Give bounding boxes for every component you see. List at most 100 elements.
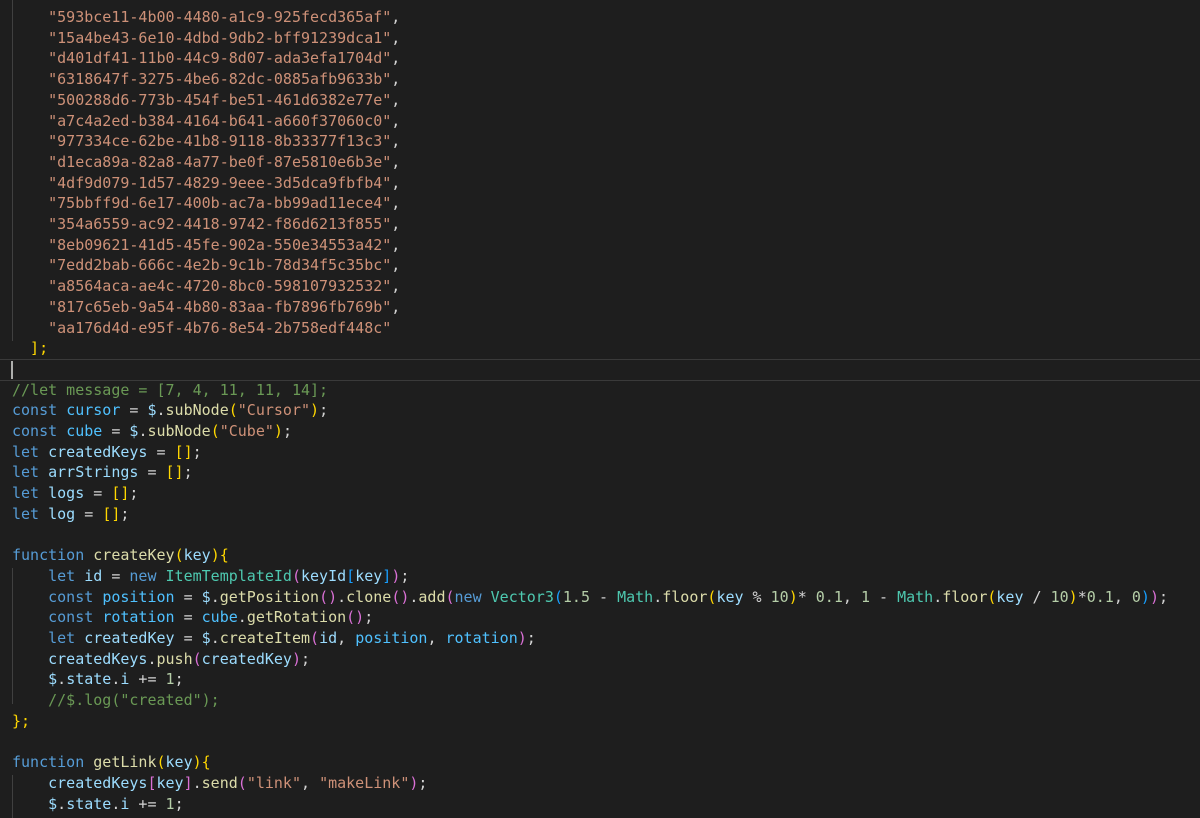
code-line[interactable]: "593bce11-4b00-4480-a1c9-925fecd365af", xyxy=(12,7,400,27)
code-token: . xyxy=(337,588,347,606)
code-line[interactable]: const cursor = $.subNode("Cursor"); xyxy=(12,400,328,420)
code-line[interactable]: $.state.i += 1; xyxy=(12,794,184,814)
code-line[interactable]: const cube = $.subNode("Cube"); xyxy=(12,421,292,441)
code-token: key xyxy=(716,588,744,606)
code-token: ) xyxy=(273,422,283,440)
code-token: let xyxy=(48,567,76,585)
code-line[interactable]: "977334ce-62be-41b8-9118-8b33377f13c3", xyxy=(12,131,400,151)
code-token: . xyxy=(933,588,943,606)
code-line[interactable]: $.state.i += 1; xyxy=(12,669,183,689)
code-token: floor xyxy=(942,588,988,606)
code-line[interactable]: "a7c4a2ed-b384-4164-b641-a660f37060c0", xyxy=(12,111,400,131)
code-line[interactable]: "817c65eb-9a54-4b80-83aa-fb7896fb769b", xyxy=(12,297,400,317)
code-token: ; xyxy=(129,484,139,502)
punctuation: , xyxy=(391,91,401,109)
code-token: function xyxy=(12,546,85,564)
code-token: , xyxy=(1113,588,1132,606)
punctuation: , xyxy=(391,215,401,233)
code-line[interactable]: function getLink(key){ xyxy=(12,752,211,772)
code-token: , xyxy=(842,588,861,606)
code-token: $ xyxy=(201,629,211,647)
code-line[interactable]: "6318647f-3275-4be6-82dc-0885afb9633b", xyxy=(12,69,400,89)
string-literal: 8eb09621-41d5-45fe-902a-550e34553a42 xyxy=(57,236,383,254)
code-line[interactable]: "8eb09621-41d5-45fe-902a-550e34553a42", xyxy=(12,235,400,255)
code-token: , xyxy=(337,629,356,647)
code-line[interactable]: "aa176d4d-e95f-4b76-8e54-2b758edf448c" xyxy=(12,318,391,338)
code-line[interactable]: let logs = []; xyxy=(12,483,138,503)
code-token: * xyxy=(797,588,816,606)
code-line[interactable]: let createdKey = $.createItem(id, positi… xyxy=(12,628,536,648)
code-token: ; xyxy=(400,567,410,585)
string-literal: a8564aca-ae4c-4720-8bc0-598107932532 xyxy=(57,277,383,295)
code-token: ( xyxy=(228,401,238,419)
string-literal: 75bbff9d-6e17-400b-ac7a-bb99ad11ece4 xyxy=(57,194,383,212)
string-quote: " xyxy=(382,132,392,150)
code-token: logs xyxy=(48,484,85,502)
code-line[interactable]: //$.log("created"); xyxy=(12,690,220,710)
string-quote: " xyxy=(382,319,392,337)
code-line[interactable]: const position = $.getPosition().clone()… xyxy=(12,587,1168,607)
code-line[interactable]: let arrStrings = []; xyxy=(12,462,193,482)
code-token: . xyxy=(210,588,220,606)
code-token: Vector3 xyxy=(490,588,554,606)
code-token: ; xyxy=(120,505,130,523)
code-token: ]; xyxy=(12,339,49,357)
code-token: clone xyxy=(346,588,392,606)
code-token: subNode xyxy=(165,401,229,419)
code-token: //let message = [7, 4, 11, 11, 14]; xyxy=(12,381,329,399)
code-line[interactable]: createdKeys.push(createdKey); xyxy=(12,649,310,669)
code-token: ; xyxy=(174,795,184,813)
code-token: [] xyxy=(111,484,130,502)
code-line[interactable]: "354a6559-ac92-4418-9742-f86d6213f855", xyxy=(12,214,400,234)
code-line[interactable]: //let message = [7, 4, 11, 11, 14]; xyxy=(12,380,328,400)
code-token: createdKey xyxy=(201,650,292,668)
code-line[interactable]: "d1eca89a-82a8-4a77-be0f-87e5810e6b3e", xyxy=(12,152,400,172)
code-line[interactable]: let log = []; xyxy=(12,504,129,524)
code-line[interactable]: const rotation = cube.getRotation(); xyxy=(12,607,373,627)
code-token: //$.log("created"); xyxy=(48,691,220,709)
code-line[interactable]: }; xyxy=(12,711,30,731)
code-line[interactable]: let id = new ItemTemplateId(keyId[key]); xyxy=(12,566,409,586)
punctuation: , xyxy=(391,298,401,316)
code-token: subNode xyxy=(147,422,211,440)
code-line[interactable]: let createdKeys = []; xyxy=(12,442,202,462)
string-quote: " xyxy=(382,91,392,109)
code-line[interactable]: "a8564aca-ae4c-4720-8bc0-598107932532", xyxy=(12,276,400,296)
code-token: () xyxy=(346,608,365,626)
code-token: ; xyxy=(1158,588,1168,606)
code-token: 10 xyxy=(1050,588,1069,606)
code-line[interactable]: "4df9d079-1d57-4829-9eee-3d5dca9fbfb4", xyxy=(12,173,400,193)
punctuation: , xyxy=(391,70,401,88)
code-editor[interactable]: "593bce11-4b00-4480-a1c9-925fecd365af", … xyxy=(0,0,1200,818)
code-line[interactable]: "d401df41-11b0-44c9-8d07-ada3efa1704d", xyxy=(12,48,400,68)
code-token: arrStrings xyxy=(48,463,139,481)
code-token: new xyxy=(454,588,482,606)
code-token: 0.1 xyxy=(1086,588,1114,606)
code-token: createdKey xyxy=(84,629,175,647)
string-quote: " xyxy=(382,256,392,274)
code-line[interactable]: "75bbff9d-6e17-400b-ac7a-bb99ad11ece4", xyxy=(12,193,400,213)
code-line[interactable]: "15a4be43-6e10-4dbd-9db2-bff91239dca1", xyxy=(12,28,400,48)
code-token: ; xyxy=(192,443,202,461)
code-token: $ xyxy=(147,401,157,419)
code-token: . xyxy=(57,795,67,813)
code-line[interactable]: function createKey(key){ xyxy=(12,545,229,565)
code-line[interactable]: "7edd2bab-666c-4e2b-9c1b-78d34f5c35bc", xyxy=(12,255,400,275)
code-line[interactable]: ]; xyxy=(12,338,48,358)
string-quote: " xyxy=(382,194,392,212)
code-token: = xyxy=(84,484,112,502)
string-quote: " xyxy=(12,153,58,171)
code-token: , xyxy=(301,774,320,792)
code-line[interactable]: createdKeys[key].send("link", "makeLink"… xyxy=(12,773,427,793)
string-literal: d1eca89a-82a8-4a77-be0f-87e5810e6b3e xyxy=(57,153,383,171)
code-token: ; xyxy=(282,422,292,440)
code-token: key xyxy=(156,774,184,792)
code-line[interactable]: "500288d6-773b-454f-be51-461d6382e77e", xyxy=(12,90,400,110)
code-token: "Cube" xyxy=(219,422,274,440)
string-literal: 977334ce-62be-41b8-9118-8b33377f13c3 xyxy=(57,132,383,150)
code-token: ] xyxy=(382,567,392,585)
